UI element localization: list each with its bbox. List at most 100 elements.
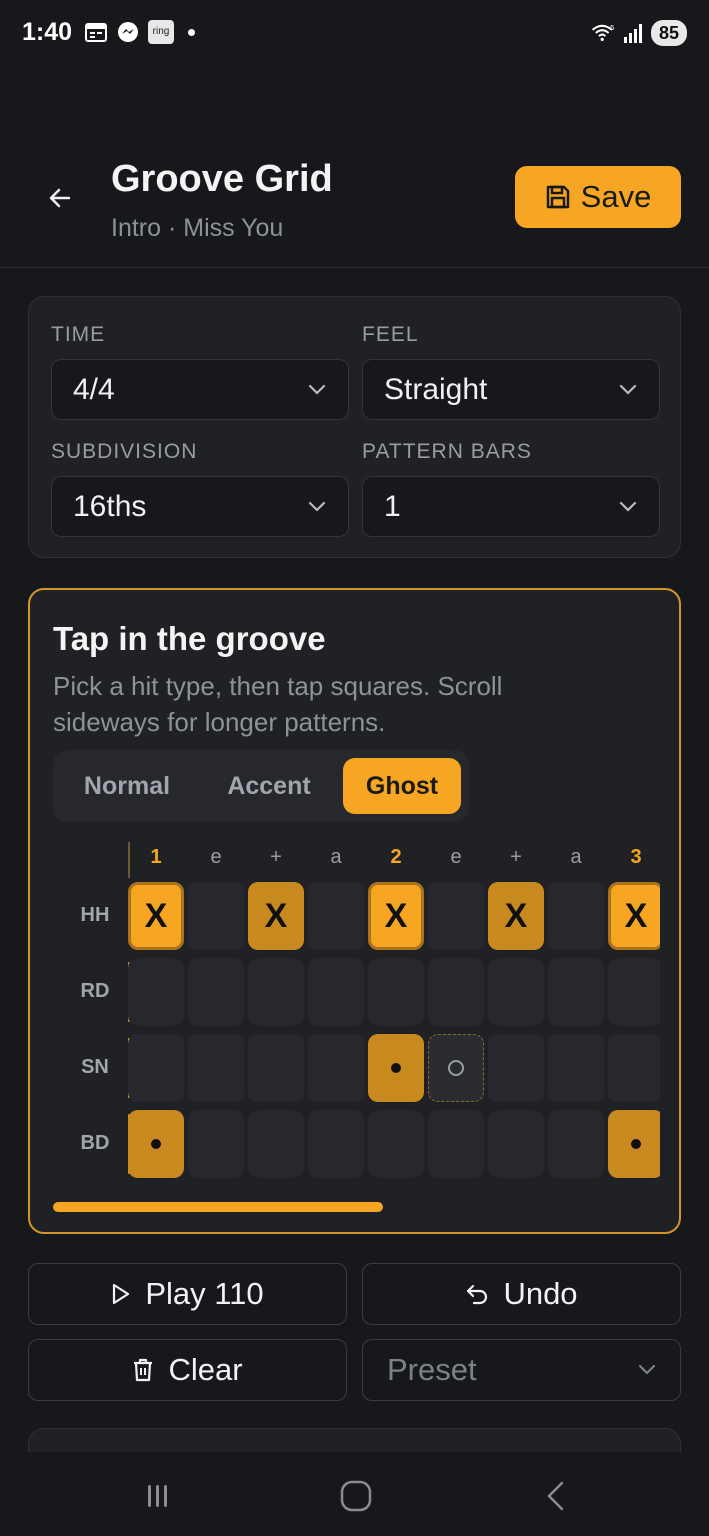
wifi-icon: 5 — [591, 21, 615, 45]
beat-label: e — [450, 846, 462, 868]
grid-cell[interactable]: X — [248, 882, 304, 950]
grid-cell[interactable] — [308, 882, 364, 950]
grid-cell[interactable] — [308, 958, 364, 1026]
grid-cell[interactable] — [488, 1110, 544, 1178]
time-label: TIME — [51, 323, 106, 346]
instrument-label: BD — [80, 1132, 110, 1154]
undo-button[interactable]: Undo — [362, 1263, 681, 1325]
grid-cell[interactable] — [248, 958, 304, 1026]
preset-select[interactable]: Preset — [362, 1339, 681, 1401]
grid-cell[interactable] — [608, 958, 660, 1026]
app-header: Groove Grid Intro · Miss You Save — [0, 150, 709, 268]
beat-label: e — [210, 846, 222, 868]
grid-cell[interactable] — [428, 958, 484, 1026]
undo-label: Undo — [503, 1276, 578, 1311]
grid-cell[interactable] — [308, 1110, 364, 1178]
ring-app-icon: ring — [148, 20, 174, 44]
grid-cell[interactable] — [488, 1034, 544, 1102]
hit-symbol: X — [384, 896, 408, 935]
floppy-disk-icon — [546, 185, 569, 209]
hit-dot — [391, 1063, 401, 1073]
grid-cell[interactable] — [368, 958, 424, 1026]
system-nav-bar — [0, 1452, 709, 1536]
grid-cell[interactable] — [548, 958, 604, 1026]
grid-cell[interactable] — [308, 1034, 364, 1102]
trash-icon — [134, 1358, 153, 1382]
feel-select[interactable]: Straight — [362, 359, 660, 420]
status-bar: 1:40 ring 5 85 — [0, 0, 709, 68]
play-label: Play 110 — [145, 1276, 264, 1311]
clear-button[interactable]: Clear — [28, 1339, 347, 1401]
recent-apps-button[interactable] — [138, 1476, 178, 1516]
grid-cell[interactable] — [428, 1110, 484, 1178]
chevron-down-icon — [308, 384, 326, 395]
grid-cell[interactable] — [608, 1034, 660, 1102]
home-button[interactable] — [336, 1476, 376, 1516]
grid-cell[interactable] — [128, 1034, 184, 1102]
grid-cell[interactable] — [128, 1110, 184, 1178]
undo-icon — [467, 1284, 488, 1305]
chevron-left-icon — [547, 1481, 564, 1511]
grid-cell[interactable] — [248, 1110, 304, 1178]
system-back-button[interactable] — [536, 1476, 576, 1516]
grid-cell[interactable]: X — [488, 882, 544, 950]
beat-label: + — [510, 846, 522, 868]
subdivision-select[interactable]: 16ths — [51, 476, 349, 537]
grid-cell[interactable] — [428, 882, 484, 950]
grid-cell[interactable]: X — [128, 882, 184, 950]
grid-scrollbar[interactable] — [53, 1202, 383, 1212]
time-select[interactable]: 4/4 — [51, 359, 349, 420]
grid-cell[interactable] — [428, 1034, 484, 1102]
instrument-label: HH — [80, 904, 110, 926]
grid-cell[interactable] — [188, 958, 244, 1026]
grid-cell[interactable] — [548, 882, 604, 950]
grid-cell[interactable]: X — [608, 882, 660, 950]
subdivision-value: 16ths — [73, 489, 147, 523]
hit-dot — [151, 1139, 161, 1149]
messenger-icon — [116, 20, 140, 44]
grid-cell[interactable] — [188, 1034, 244, 1102]
pattern-bars-value: 1 — [384, 489, 401, 523]
pattern-bars-select[interactable]: 1 — [362, 476, 660, 537]
grid-cell[interactable] — [548, 1034, 604, 1102]
grid-cell[interactable] — [248, 1034, 304, 1102]
beat-label: a — [570, 846, 582, 868]
hit-type-accent-button[interactable]: Accent — [203, 758, 335, 814]
grid-cell[interactable] — [368, 1034, 424, 1102]
feel-label: FEEL — [362, 323, 419, 346]
back-button[interactable] — [40, 178, 80, 218]
chevron-down-icon — [619, 501, 637, 512]
grid-cell[interactable] — [368, 1110, 424, 1178]
groove-title: Tap in the groove — [53, 620, 326, 657]
hit-type-normal-button[interactable]: Normal — [61, 758, 193, 814]
chevron-down-icon — [308, 501, 326, 512]
grid-cell[interactable] — [128, 958, 184, 1026]
notification-icons: ring — [84, 20, 195, 44]
hit-symbol: X — [504, 896, 528, 935]
beat-label: + — [270, 846, 282, 868]
save-button[interactable]: Save — [515, 166, 681, 228]
settings-card: TIME 4/4 FEEL Straight SUBDIVISION 16ths… — [28, 296, 681, 558]
beat-label: 1 — [150, 846, 162, 868]
grid-cell[interactable] — [548, 1110, 604, 1178]
groove-card: Tap in the groove Pick a hit type, then … — [28, 588, 681, 1234]
beat-label: 3 — [630, 846, 642, 868]
preset-placeholder: Preset — [387, 1352, 477, 1387]
hit-symbol: X — [264, 896, 288, 935]
grid-cell[interactable] — [188, 1110, 244, 1178]
groove-grid: 1 e + a 2 e + a 3 HH X X X X X RD SN BD — [30, 830, 660, 1190]
chevron-down-icon — [638, 1364, 656, 1375]
play-icon — [113, 1283, 130, 1305]
system-icons: 5 85 — [591, 20, 687, 46]
grid-cell[interactable]: X — [368, 882, 424, 950]
play-button[interactable]: Play 110 — [28, 1263, 347, 1325]
hit-type-ghost-button[interactable]: Ghost — [343, 758, 461, 814]
home-icon — [340, 1480, 372, 1512]
grid-cell[interactable] — [608, 1110, 660, 1178]
grid-cell[interactable] — [488, 958, 544, 1026]
recent-apps-icon — [148, 1485, 167, 1507]
instrument-label: SN — [81, 1056, 109, 1078]
hit-dot — [631, 1139, 641, 1149]
save-label: Save — [580, 179, 652, 214]
grid-cell[interactable] — [188, 882, 244, 950]
